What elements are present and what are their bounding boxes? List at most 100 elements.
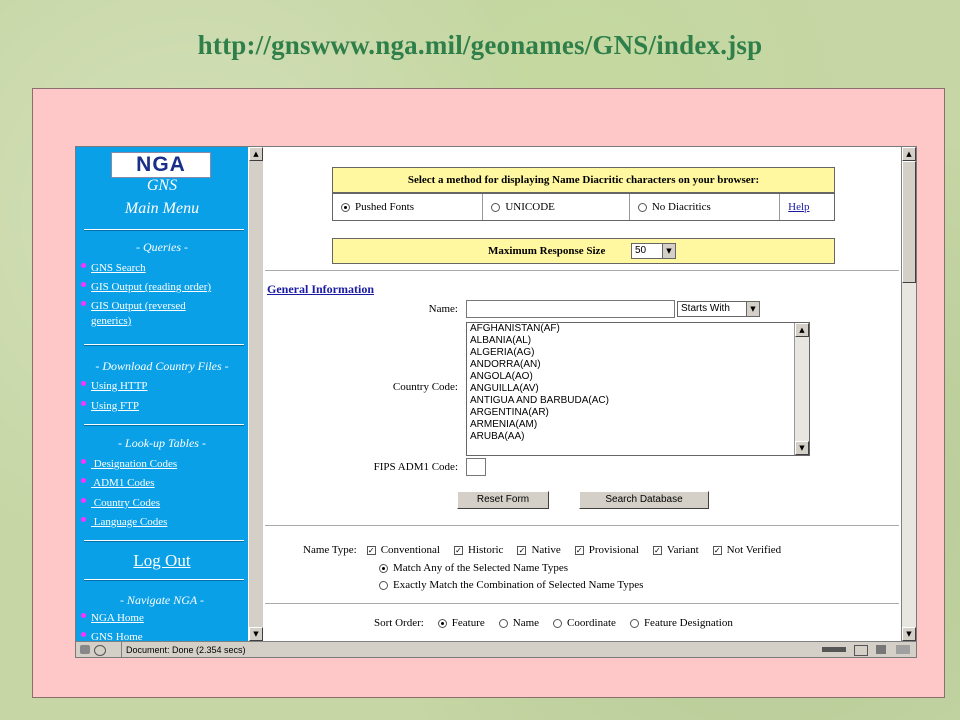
option-pushed-fonts[interactable]: Pushed Fonts: [333, 194, 484, 220]
menu-link-using-http[interactable]: Using HTTP: [81, 379, 246, 394]
listbox-scrollbar[interactable]: ▲ ▼: [794, 323, 809, 455]
radio-selected-icon[interactable]: [341, 202, 350, 212]
sort-feature-designation[interactable]: Feature Designation: [629, 617, 733, 629]
name-label: Name:: [428, 303, 458, 315]
menu-link-language-codes[interactable]: Language Codes: [81, 515, 246, 530]
logout-link[interactable]: Log Out: [76, 551, 248, 571]
type-provisional[interactable]: ✓ Provisional: [574, 544, 639, 556]
scroll-up-icon[interactable]: ▲: [249, 147, 263, 161]
type-historic[interactable]: ✓ Historic: [454, 544, 503, 556]
lock-icon: [896, 645, 910, 654]
main-frame-scrollbar[interactable]: ▲ ▼: [901, 147, 916, 641]
list-item[interactable]: ANGOLA(AO): [467, 371, 809, 383]
left-frame-scrollbar[interactable]: ▲ ▼: [248, 147, 264, 641]
max-response-label: Maximum Response Size: [488, 245, 606, 257]
sort-coordinate[interactable]: Coordinate: [553, 617, 616, 629]
radio-icon[interactable]: [498, 618, 508, 628]
fips-input[interactable]: [466, 458, 486, 476]
type-not-verified[interactable]: ✓ Not Verified: [712, 544, 781, 556]
list-item[interactable]: ANGUILLA(AV): [467, 383, 809, 395]
menu-link-country-codes[interactable]: Country Codes: [81, 496, 246, 511]
scroll-down-icon[interactable]: ▼: [249, 627, 263, 641]
menu-link-using-ftp[interactable]: Using FTP: [81, 399, 246, 414]
section-divider: [265, 270, 899, 271]
download-header: - Download Country Files -: [95, 359, 229, 373]
menu-link-gis-output-reversed[interactable]: GIS Output (reversed generics): [81, 299, 246, 329]
menu-link-gns-home[interactable]: GNS Home: [81, 630, 246, 641]
menu-link-adm1-codes[interactable]: ADM1 Codes: [81, 476, 246, 491]
menu-title: GNS: [146, 177, 178, 194]
section-divider: [265, 525, 899, 526]
online-icon: [876, 645, 886, 654]
list-item[interactable]: AFGHANISTAN(AF): [467, 323, 809, 335]
option-no-diacritics[interactable]: No Diacritics: [630, 194, 781, 220]
reset-form-button[interactable]: Reset Form: [457, 491, 549, 509]
list-item[interactable]: ARGENTINA(AR): [467, 407, 809, 419]
type-variant[interactable]: ✓ Variant: [652, 544, 699, 556]
checkbox-checked-icon[interactable]: ✓: [712, 545, 722, 555]
option-unicode[interactable]: UNICODE: [483, 194, 630, 220]
list-item[interactable]: ARUBA(AA): [467, 431, 809, 443]
list-item[interactable]: ANDORRA(AN): [467, 359, 809, 371]
menu-divider: [84, 229, 244, 231]
search-database-button[interactable]: Search Database: [579, 491, 709, 509]
country-code-listbox[interactable]: AFGHANISTAN(AF) ALBANIA(AL) ALGERIA(AG) …: [466, 322, 810, 456]
list-item[interactable]: ARMENIA(AM): [467, 419, 809, 431]
sort-feature[interactable]: Feature: [437, 617, 485, 629]
checkbox-checked-icon[interactable]: ✓: [517, 545, 527, 555]
max-response-select[interactable]: 50 ▼: [631, 243, 676, 259]
radio-icon[interactable]: [379, 580, 388, 590]
bullet-icon: [81, 301, 86, 306]
chevron-down-icon[interactable]: ▼: [746, 302, 759, 316]
checkbox-checked-icon[interactable]: ✓: [652, 545, 662, 555]
diacritics-header: Select a method for displaying Name Diac…: [332, 167, 835, 193]
type-native[interactable]: ✓ Native: [517, 544, 561, 556]
scroll-down-icon[interactable]: ▼: [795, 441, 809, 455]
scroll-down-icon[interactable]: ▼: [902, 627, 916, 641]
radio-icon[interactable]: [553, 618, 563, 628]
checkbox-checked-icon[interactable]: ✓: [454, 545, 463, 555]
bullet-icon: [81, 498, 86, 503]
scroll-thumb[interactable]: [902, 161, 916, 283]
list-item[interactable]: ALBANIA(AL): [467, 335, 809, 347]
radio-icon[interactable]: [491, 202, 501, 212]
list-item[interactable]: ANTIGUA AND BARBUDA(AC): [467, 395, 809, 407]
nga-logo[interactable]: NGA: [111, 152, 211, 178]
bullet-icon: [81, 401, 86, 406]
general-information-header[interactable]: General Information: [267, 282, 374, 297]
radio-icon[interactable]: [637, 202, 647, 212]
bullet-icon: [81, 478, 86, 483]
slide-title: http://gnswww.nga.mil/geonames/GNS/index…: [197, 30, 763, 60]
name-mode-select[interactable]: Starts With ▼: [677, 301, 760, 317]
help-link[interactable]: Help: [780, 194, 834, 220]
match-any-option[interactable]: Match Any of the Selected Name Types: [379, 562, 568, 574]
fips-label: FIPS ADM1 Code:: [373, 461, 458, 473]
list-item[interactable]: ALGERIA(AG): [467, 347, 809, 359]
match-exact-option[interactable]: Exactly Match the Combination of Selecte…: [379, 579, 643, 591]
lookup-header: - Look-up Tables -: [118, 436, 206, 450]
menu-divider: [84, 424, 244, 426]
menu-link-nga-home[interactable]: NGA Home: [81, 611, 246, 626]
menu-divider: [84, 579, 244, 581]
checkbox-checked-icon[interactable]: ✓: [574, 545, 584, 555]
name-type-label: Name Type:: [303, 544, 357, 556]
name-input[interactable]: [466, 300, 675, 318]
country-code-label: Country Code:: [392, 381, 458, 393]
main-frame: Select a method for displaying Name Diac…: [263, 147, 901, 641]
browser-window: NGA GNS Main Menu - Queries - GNS Search…: [75, 146, 917, 658]
radio-selected-icon[interactable]: [437, 618, 447, 628]
scroll-up-icon[interactable]: ▲: [795, 323, 809, 337]
section-divider: [265, 603, 899, 604]
menu-link-gis-output-reading[interactable]: GIS Output (reading order): [81, 280, 246, 295]
radio-icon[interactable]: [629, 618, 639, 628]
type-conventional[interactable]: ✓ Conventional: [366, 544, 440, 556]
sort-order-row: Sort Order: Feature Name Coordinate Feat…: [374, 617, 747, 629]
menu-link-gns-search[interactable]: GNS Search: [81, 261, 246, 276]
chevron-down-icon[interactable]: ▼: [662, 244, 675, 258]
checkbox-checked-icon[interactable]: ✓: [366, 545, 376, 555]
menu-link-designation-codes[interactable]: Designation Codes: [81, 457, 246, 472]
scroll-up-icon[interactable]: ▲: [902, 147, 916, 161]
left-menu-frame: NGA GNS Main Menu - Queries - GNS Search…: [76, 147, 248, 641]
sort-name[interactable]: Name: [498, 617, 539, 629]
radio-selected-icon[interactable]: [379, 563, 388, 573]
